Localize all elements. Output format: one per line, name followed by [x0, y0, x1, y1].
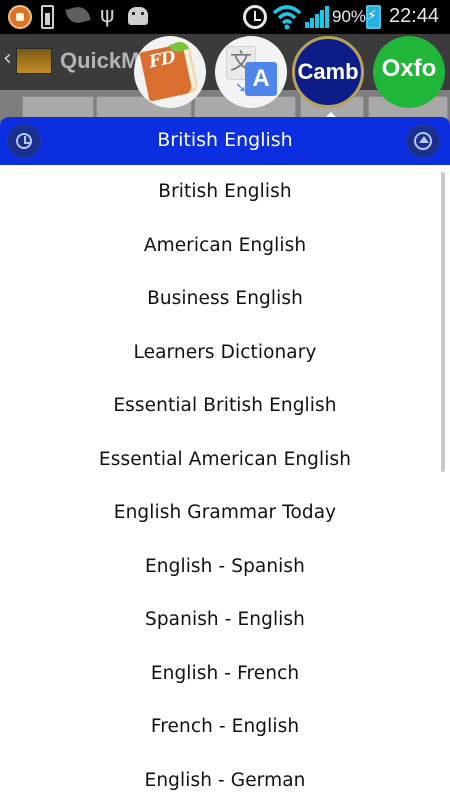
- fd-dictionary-bubble[interactable]: FD: [134, 36, 206, 108]
- dictionary-dropdown: British English British English American…: [0, 117, 450, 800]
- battery-percent: 90%: [332, 7, 367, 26]
- back-chevron-icon[interactable]: ‹: [3, 46, 12, 71]
- dictionary-option[interactable]: Business English: [0, 272, 450, 326]
- dictionary-option[interactable]: English - Spanish: [0, 540, 450, 594]
- battery-notification-icon: [41, 5, 54, 29]
- usb-icon: ψ: [100, 3, 115, 28]
- list-scrollbar[interactable]: [441, 172, 445, 472]
- background-app-title: QuickM: [60, 48, 140, 73]
- dictionary-option[interactable]: British English: [0, 165, 450, 219]
- translate-arrow-icon: ➘: [235, 80, 247, 96]
- android-debug-icon: [128, 7, 148, 25]
- oxford-bubble-label: Oxfo: [381, 55, 437, 82]
- collapse-up-icon[interactable]: [406, 124, 440, 158]
- selected-dictionary[interactable]: British English: [60, 129, 390, 151]
- background-app-icon: [16, 48, 52, 74]
- cambridge-bubble-label: Camb: [297, 59, 359, 84]
- dictionary-option[interactable]: French - English: [0, 700, 450, 754]
- google-translate-bubble[interactable]: 文 A ➘: [215, 36, 287, 108]
- wifi-icon: [272, 5, 302, 30]
- dictionary-option[interactable]: Spanish - English: [0, 593, 450, 647]
- signal-icon: [305, 6, 329, 28]
- dictionary-option[interactable]: Essential American English: [0, 433, 450, 487]
- oxford-bubble[interactable]: Oxfo: [373, 36, 445, 108]
- dropdown-header: British English: [0, 117, 450, 165]
- dictionary-option[interactable]: Learners Dictionary: [0, 326, 450, 380]
- dictionary-list: British English American English Busines…: [0, 165, 450, 800]
- clock: 22:44: [389, 5, 440, 27]
- app-notification-icon: [8, 5, 32, 29]
- alarm-icon: [243, 5, 267, 29]
- history-icon[interactable]: [7, 124, 41, 158]
- status-bar: ψ 90% 22:44: [0, 0, 450, 34]
- translate-target-icon: A: [245, 62, 277, 96]
- leaf-icon: [65, 4, 91, 26]
- dictionary-option[interactable]: English - German: [0, 754, 450, 800]
- dictionary-option[interactable]: English - French: [0, 647, 450, 701]
- battery-icon: [366, 5, 381, 29]
- dictionary-option[interactable]: English Grammar Today: [0, 486, 450, 540]
- dictionary-option[interactable]: American English: [0, 219, 450, 273]
- cambridge-bubble[interactable]: Camb: [292, 36, 364, 108]
- dictionary-option[interactable]: Essential British English: [0, 379, 450, 433]
